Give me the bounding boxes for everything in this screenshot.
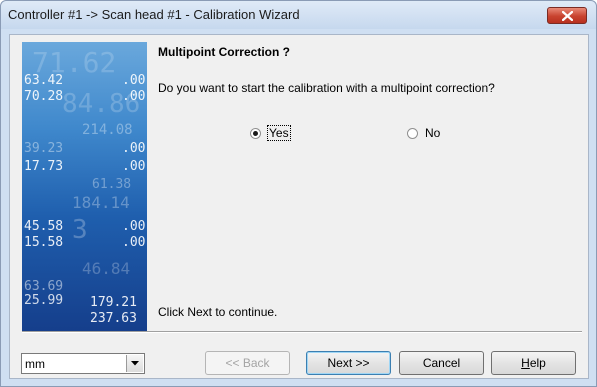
side-num-19: 63.69 <box>24 279 63 294</box>
cancel-button[interactable]: Cancel <box>399 351 484 375</box>
continue-hint: Click Next to continue. <box>158 305 278 319</box>
wizard-client-area: 71.62 63.42 .00 70.28 84.86 .00 214.08 3… <box>9 34 589 379</box>
side-num-5: .00 <box>122 89 145 104</box>
numbers-graphic: 71.62 63.42 .00 70.28 84.86 .00 214.08 3… <box>24 46 145 326</box>
side-num-11: 61.38 <box>92 177 131 192</box>
radio-no-label[interactable]: No <box>425 126 440 140</box>
radio-yes-dot[interactable] <box>250 127 261 139</box>
close-button[interactable] <box>547 7 587 24</box>
radio-no-dot[interactable] <box>407 127 418 139</box>
side-num-10: .00 <box>122 159 145 174</box>
side-num-13: 45.58 <box>24 219 63 234</box>
side-num-6: 214.08 <box>82 122 133 138</box>
window-title: Controller #1 -> Scan head #1 - Calibrat… <box>8 7 300 22</box>
wizard-question: Do you want to start the calibration wit… <box>158 81 495 95</box>
next-button[interactable]: Next >> <box>306 351 391 375</box>
side-num-2: .00 <box>122 73 145 88</box>
side-num-12: 184.14 <box>72 193 130 212</box>
footer-separator <box>22 331 582 333</box>
side-num-7: 39.23 <box>24 141 63 156</box>
radio-yes-label[interactable]: Yes <box>267 125 291 141</box>
wizard-heading: Multipoint Correction ? <box>158 45 290 59</box>
wizard-side-image: 71.62 63.42 .00 70.28 84.86 .00 214.08 3… <box>22 42 147 332</box>
side-num-8: .00 <box>122 141 145 156</box>
close-icon <box>562 11 573 21</box>
help-mnemonic: H <box>521 356 530 370</box>
side-num-21: 179.21 <box>90 295 137 310</box>
back-button[interactable]: << Back <box>205 351 290 375</box>
unit-select-value: mm <box>25 357 45 371</box>
title-bar[interactable]: Controller #1 -> Scan head #1 - Calibrat… <box>1 1 596 29</box>
side-num-14: 3 <box>72 215 88 245</box>
chevron-down-icon <box>131 361 139 366</box>
side-num-9: 17.73 <box>24 159 63 174</box>
help-label-rest: elp <box>529 356 546 370</box>
side-num-22: 237.63 <box>90 311 137 326</box>
calibration-wizard-window: Controller #1 -> Scan head #1 - Calibrat… <box>0 0 597 387</box>
help-button[interactable]: Help <box>491 351 576 375</box>
radio-yes[interactable]: Yes <box>250 125 291 141</box>
radio-no[interactable]: No <box>407 125 440 141</box>
side-num-16: 15.58 <box>24 235 63 250</box>
side-num-18: 46.84 <box>82 259 130 278</box>
side-num-1: 63.42 <box>24 73 63 88</box>
side-num-17: .00 <box>122 235 145 250</box>
side-num-15: .00 <box>122 219 145 234</box>
side-num-3: 70.28 <box>24 89 63 104</box>
unit-select-arrow[interactable] <box>126 355 143 372</box>
unit-select[interactable]: mm <box>21 353 145 374</box>
side-num-20: 25.99 <box>24 293 63 308</box>
